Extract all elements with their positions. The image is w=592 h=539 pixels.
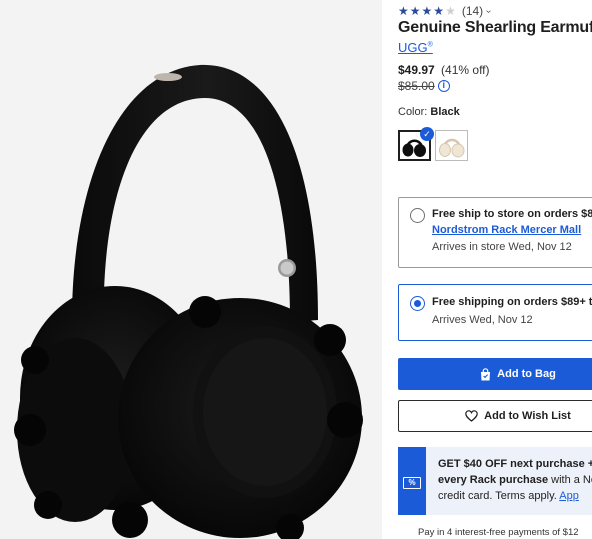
product-image[interactable]: [0, 0, 382, 539]
promo-line-3: credit card. Terms apply. App: [438, 490, 579, 502]
store-arrival-date: Arrives in store Wed, Nov 12: [432, 241, 572, 253]
percent-tag-icon: %: [403, 477, 421, 489]
store-link[interactable]: Nordstrom Rack Mercer Mall: [432, 224, 581, 236]
color-selection-label: Color: Black: [398, 106, 460, 118]
star-icon: ★: [409, 4, 421, 18]
sale-price: $49.97: [398, 63, 435, 77]
ship-to-store-option[interactable]: Free ship to store on orders $89+ Nordst…: [398, 197, 592, 268]
ship-to-home-option[interactable]: Free shipping on orders $89+ to 0 Arrive…: [398, 284, 592, 341]
ship-to-store-radio[interactable]: [410, 208, 425, 223]
original-price-row: $85.00 i: [398, 79, 450, 93]
chevron-down-icon[interactable]: ›: [483, 9, 494, 12]
star-icon: ★: [421, 4, 433, 18]
apply-link[interactable]: App: [559, 490, 579, 502]
shopping-bag-icon: [481, 367, 491, 380]
star-empty-icon: ★: [445, 4, 456, 18]
swatch-cream[interactable]: [435, 130, 468, 161]
rating-summary[interactable]: ★ ★ ★ ★ ★ (14) ›: [398, 3, 494, 19]
credit-card-promo: % GET $40 OFF next purchase + 5 every Ra…: [398, 447, 592, 515]
review-count[interactable]: (14): [462, 4, 483, 18]
swatch-black[interactable]: ✓: [398, 127, 434, 161]
earmuffs-cream-thumbnail: [439, 138, 465, 158]
registered-mark: ®: [427, 41, 433, 49]
ship-to-home-radio[interactable]: [410, 296, 425, 311]
add-to-bag-label: Add to Bag: [497, 368, 556, 380]
add-to-wishlist-button[interactable]: Add to Wish List: [398, 400, 592, 432]
heart-icon: [465, 410, 478, 422]
promo-headline: GET $40 OFF next purchase + 5: [438, 458, 592, 470]
ship-to-store-label: Free ship to store on orders $89+: [432, 208, 592, 220]
installments-note: Pay in 4 interest-free payments of $12: [418, 527, 579, 538]
original-price: $85.00: [398, 79, 435, 93]
price-row: $49.97 (41% off): [398, 63, 490, 77]
star-rating: ★ ★ ★ ★ ★: [398, 5, 456, 17]
selected-color: Black: [430, 106, 460, 118]
promo-line-2: every Rack purchase with a No: [438, 474, 592, 486]
checkmark-icon: ✓: [420, 127, 434, 141]
product-title: Genuine Shearling Earmuffs: [398, 19, 592, 36]
ship-to-home-label: Free shipping on orders $89+ to 0: [432, 296, 592, 308]
promo-stripe: %: [398, 447, 426, 515]
star-icon: ★: [433, 4, 445, 18]
product-details: ★ ★ ★ ★ ★ (14) › Genuine Shearling Earmu…: [398, 0, 592, 539]
brand-link[interactable]: UGG®: [398, 40, 433, 55]
add-to-wishlist-label: Add to Wish List: [484, 410, 571, 422]
add-to-bag-button[interactable]: Add to Bag: [398, 358, 592, 390]
info-icon[interactable]: i: [437, 80, 450, 92]
earmuffs-illustration: [14, 64, 363, 539]
discount-percent: (41% off): [441, 63, 490, 77]
star-icon: ★: [398, 4, 409, 18]
home-arrival-date: Arrives Wed, Nov 12: [432, 314, 533, 326]
